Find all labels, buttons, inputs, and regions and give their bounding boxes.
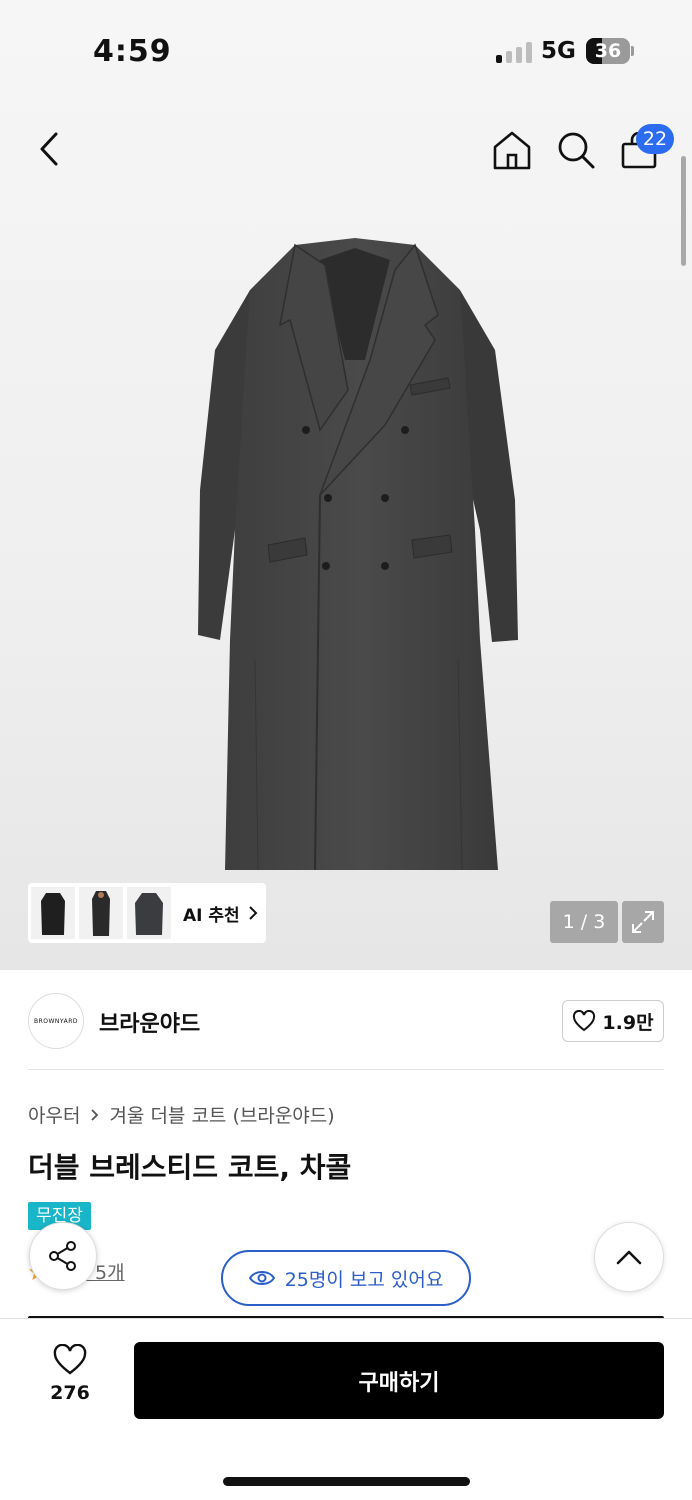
divider xyxy=(28,1069,664,1070)
expand-button[interactable] xyxy=(622,901,664,943)
battery-tip xyxy=(631,46,634,56)
heart-icon xyxy=(53,1344,87,1375)
thumbnail[interactable] xyxy=(79,887,123,939)
home-indicator xyxy=(223,1477,470,1486)
chevron-right-icon xyxy=(91,1108,99,1121)
ai-recommend-link[interactable]: AI 추천 xyxy=(183,901,258,926)
scroll-top-button[interactable] xyxy=(594,1222,664,1292)
battery-icon: 36 xyxy=(586,38,630,64)
chevron-up-icon xyxy=(616,1250,642,1265)
thumbnail-coat-image xyxy=(41,893,65,935)
thumbnail-coat-image xyxy=(92,891,110,936)
wishlist-count: 276 xyxy=(50,1382,90,1404)
thumbnail[interactable] xyxy=(127,887,171,939)
thumbnail[interactable] xyxy=(31,887,75,939)
ai-recommend-strip[interactable]: AI 추천 xyxy=(28,883,266,943)
expand-icon xyxy=(632,911,654,933)
search-button[interactable] xyxy=(556,130,596,174)
buy-button[interactable]: 구매하기 xyxy=(134,1342,664,1419)
search-icon xyxy=(558,132,595,169)
brand-logo[interactable]: BROWNYARD xyxy=(28,993,84,1049)
share-button[interactable] xyxy=(29,1222,97,1290)
brand-like-count: 1.9만 xyxy=(602,1011,654,1034)
chevron-right-icon xyxy=(248,906,258,920)
signal-icon xyxy=(496,41,532,63)
brand-name[interactable]: 브라운야드 xyxy=(99,1006,200,1038)
battery-level: 36 xyxy=(594,40,622,62)
chevron-left-icon xyxy=(40,132,58,166)
ai-recommend-label: AI 추천 xyxy=(183,905,240,926)
network-label: 5G xyxy=(541,38,576,64)
share-icon xyxy=(49,1241,76,1271)
scroll-indicator xyxy=(681,156,686,266)
thumbnail-coat-image xyxy=(135,893,163,935)
product-title: 더블 브레스티드 코트, 차콜 xyxy=(28,1151,352,1184)
eye-icon xyxy=(248,1271,275,1285)
brand-row[interactable]: BROWNYARD 브라운야드 1.9만 xyxy=(0,971,692,1071)
brand-like-button[interactable]: 1.9만 xyxy=(562,1000,664,1042)
product-image-gallery[interactable]: 4:59 5G 36 22 AI 추천 1 / 3 xyxy=(0,0,692,970)
status-time: 4:59 xyxy=(93,34,172,69)
image-counter: 1 / 3 xyxy=(550,901,618,943)
product-image xyxy=(198,238,518,871)
viewers-text: 25명이 보고 있어요 xyxy=(284,1268,444,1291)
breadcrumb-item[interactable]: 아우터 xyxy=(28,1101,80,1128)
breadcrumb: 아우터 겨울 더블 코트 (브라운야드) xyxy=(28,1101,335,1128)
viewers-pill: 25명이 보고 있어요 xyxy=(221,1250,471,1306)
status-bar: 4:59 5G 36 xyxy=(0,0,692,100)
home-button[interactable] xyxy=(492,129,532,175)
breadcrumb-item[interactable]: 겨울 더블 코트 (브라운야드) xyxy=(109,1101,334,1128)
cart-count-badge: 22 xyxy=(636,124,674,154)
heart-icon xyxy=(573,1010,596,1032)
back-button[interactable] xyxy=(36,130,62,172)
wishlist-button[interactable]: 276 xyxy=(40,1344,100,1404)
home-icon xyxy=(493,131,531,170)
